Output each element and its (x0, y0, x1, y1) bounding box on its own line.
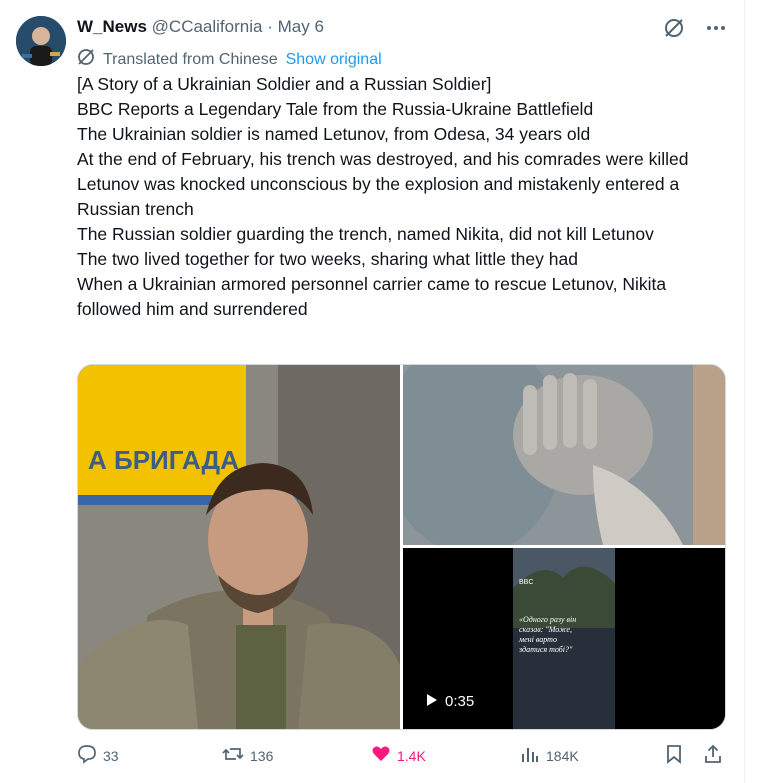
grok-icon[interactable] (663, 17, 685, 44)
tweet-header: W_News @CCaalifornia · May 6 (77, 17, 324, 37)
tweet-line: At the end of February, his trench was d… (77, 149, 689, 169)
video-duration: 0:35 (445, 693, 475, 710)
reply-button[interactable]: 33 (77, 744, 119, 767)
like-button[interactable]: 1.4K (371, 744, 426, 767)
avatar[interactable] (16, 16, 66, 66)
bookmark-button[interactable] (665, 744, 683, 767)
repost-button[interactable]: 136 (222, 744, 273, 767)
video-duration-badge[interactable]: 0:35 (419, 690, 483, 713)
banner-text: А БРИГАДА (88, 445, 239, 475)
video-caption-line: здатися тобі?" (518, 645, 573, 654)
views-icon (520, 744, 540, 767)
views-count: 184K (546, 747, 579, 764)
heart-icon (371, 744, 391, 767)
views-button[interactable]: 184K (520, 744, 579, 767)
tweet-line: BBC Reports a Legendary Tale from the Ru… (77, 99, 594, 119)
video-logo: BBC (519, 579, 533, 586)
more-options-icon[interactable] (705, 17, 727, 44)
hand-photo-illustration (403, 365, 725, 545)
tweet-top-actions (663, 17, 727, 44)
translate-icon (77, 48, 95, 71)
reply-icon (77, 744, 97, 767)
bookmark-icon (665, 744, 683, 767)
tweet-line: Letunov was knocked unconscious by the e… (77, 174, 680, 219)
avatar-image (16, 16, 66, 66)
video-caption-line: «Одного разу він (519, 615, 576, 624)
tweet-line: The two lived together for two weeks, sh… (77, 249, 578, 269)
media-grid: А БРИГАДА BBC «Одного разу він сказав: "… (77, 364, 726, 730)
like-count: 1.4K (397, 747, 426, 764)
video-caption-line: сказав: "Може, (519, 625, 572, 634)
play-icon (427, 693, 437, 710)
tweet-line: [A Story of a Ukrainian Soldier and a Ru… (77, 74, 492, 94)
tweet-text: [A Story of a Ukrainian Soldier and a Ru… (77, 72, 732, 322)
repost-icon (222, 744, 244, 767)
column-border (744, 0, 745, 783)
share-button[interactable] (703, 744, 723, 767)
author-name[interactable]: W_News (77, 17, 147, 36)
tweet-line: The Ukrainian soldier is named Letunov, … (77, 124, 591, 144)
repost-count: 136 (250, 747, 274, 764)
author-handle[interactable]: @CCaalifornia (152, 17, 263, 36)
reply-count: 33 (103, 747, 119, 764)
header-separator: · (267, 17, 273, 36)
translated-label: Translated from Chinese (103, 50, 278, 68)
tweet-line: When a Ukrainian armored personnel carri… (77, 274, 667, 319)
show-original-link[interactable]: Show original (286, 51, 382, 69)
video-thumbnail[interactable]: BBC «Одного разу він сказав: "Може, мені… (403, 548, 725, 729)
tweet-date[interactable]: May 6 (278, 17, 324, 36)
tweet-line: The Russian soldier guarding the trench,… (77, 224, 654, 244)
soldier-photo-illustration: А БРИГАДА (78, 365, 400, 729)
tweet-actions: 33 136 1.4K 184K (77, 744, 727, 770)
translation-notice: Translated from Chinese Show original (77, 48, 382, 71)
photo-soldier[interactable]: А БРИГАДА (78, 365, 400, 729)
photo-gloved-hand[interactable] (403, 365, 725, 545)
share-icon (703, 744, 723, 767)
video-caption-line: мені варто (518, 635, 557, 644)
